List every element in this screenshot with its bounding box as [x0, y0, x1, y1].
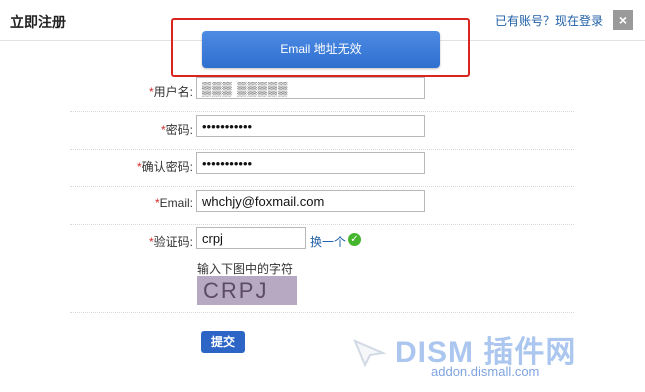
- captcha-input[interactable]: crpj: [196, 227, 306, 249]
- check-icon: ✓: [348, 233, 361, 246]
- confirm-password-label: *确认密码:: [136, 160, 193, 174]
- password-input[interactable]: •••••••••••: [196, 115, 425, 137]
- submit-button[interactable]: 提交: [201, 331, 245, 353]
- captcha-image[interactable]: CRPJ: [197, 276, 297, 305]
- email-row: *Email: whchjy@foxmail.com: [70, 186, 574, 225]
- captcha-label: *验证码:: [148, 235, 193, 249]
- password-label: *密码:: [160, 123, 193, 137]
- username-row: *用户名: ▒▒▒ ▒▒▒▒▒: [70, 73, 574, 112]
- username-input[interactable]: ▒▒▒ ▒▒▒▒▒: [196, 77, 425, 99]
- watermark-domain: addon.dismall.com: [431, 364, 540, 379]
- login-link[interactable]: 已有账号？现在登录: [495, 12, 603, 29]
- email-error-button[interactable]: Email 地址无效: [202, 31, 440, 68]
- dialog-title: 立即注册: [10, 14, 66, 30]
- confirm-password-row: *确认密码: •••••••••••: [70, 148, 574, 187]
- watermark-logo: DISM 插件网 addon.dismall.com: [353, 325, 637, 387]
- captcha-hint: 输入下图中的字符: [197, 262, 294, 276]
- close-button[interactable]: ×: [613, 10, 633, 30]
- cursor-arrow-icon: [353, 339, 387, 367]
- email-input[interactable]: whchjy@foxmail.com: [196, 190, 425, 212]
- change-captcha-link[interactable]: 换一个: [310, 233, 346, 250]
- email-label: *Email:: [154, 196, 193, 210]
- form-divider: [70, 312, 574, 313]
- username-label: *用户名:: [148, 85, 193, 99]
- password-row: *密码: •••••••••••: [70, 111, 574, 150]
- confirm-password-input[interactable]: •••••••••••: [196, 152, 425, 174]
